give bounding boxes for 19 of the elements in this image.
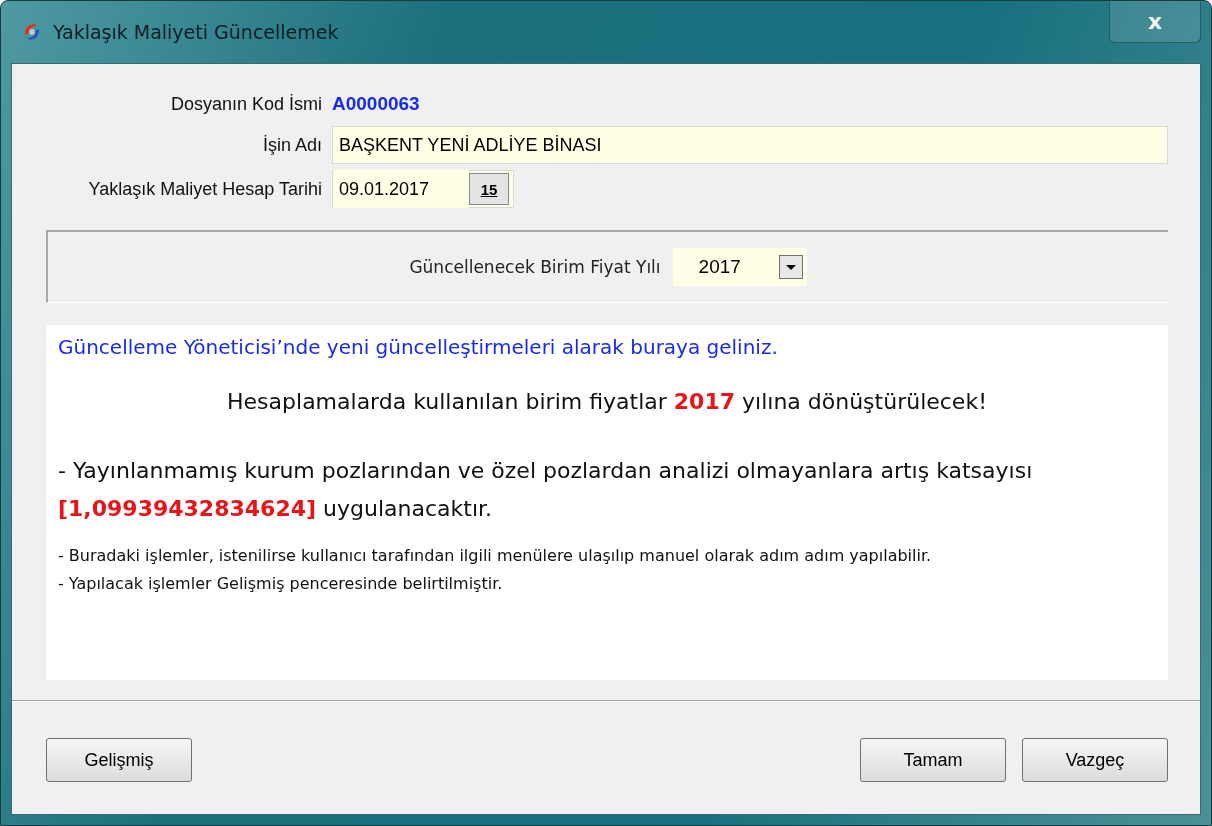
note-text: - Yapılacak işlemler Gelişmiş penceresinde belirtilmiştir.: [58, 573, 504, 595]
warning-text: - Yayınlanmamış kurum pozlarından ve özel pozlardan analizi olmayanlara artış katsayısı [1,09939432834624] uygulanacaktır.: [58, 457, 1034, 523]
year-dropdown[interactable]: 2017: [672, 248, 807, 286]
code-value: A0000063: [332, 92, 421, 116]
note-text: - Buradaki işlemler, istenilirse kullanıcı tarafından ilgili menülere ulaşılıp manuel olarak adım adım yapılabilir.: [58, 545, 933, 567]
cancel-button[interactable]: Vazgeç: [1022, 738, 1168, 782]
hint-text: Güncelleme Yöneticisi’nde yeni güncelleştirmeleri alarak buraya geliniz.: [58, 335, 779, 359]
field-label: Dosyanın Kod İsmi: [169, 93, 322, 115]
job-name-field[interactable]: BAŞKENT YENİ ADLİYE BİNASI: [332, 126, 1168, 164]
date-field[interactable]: 09.01.2017 15: [332, 170, 514, 208]
window-title: Yaklaşık Maliyeti Güncellemek: [53, 21, 339, 43]
field-label: İşin Adı: [261, 134, 322, 156]
year-label: Güncellenecek Birim Fiyat Yılı: [409, 257, 661, 277]
ok-button[interactable]: Tamam: [860, 738, 1006, 782]
calendar-button[interactable]: 15: [469, 173, 509, 205]
close-button[interactable]: x: [1109, 1, 1201, 43]
advanced-button[interactable]: Gelişmiş: [46, 738, 192, 782]
headline-text: Hesaplamalarda kullanılan birim fiyatlar 2017 yılına dönüştürülecek!: [226, 389, 988, 414]
field-label: Yaklaşık Maliyet Hesap Tarihi: [87, 178, 322, 200]
